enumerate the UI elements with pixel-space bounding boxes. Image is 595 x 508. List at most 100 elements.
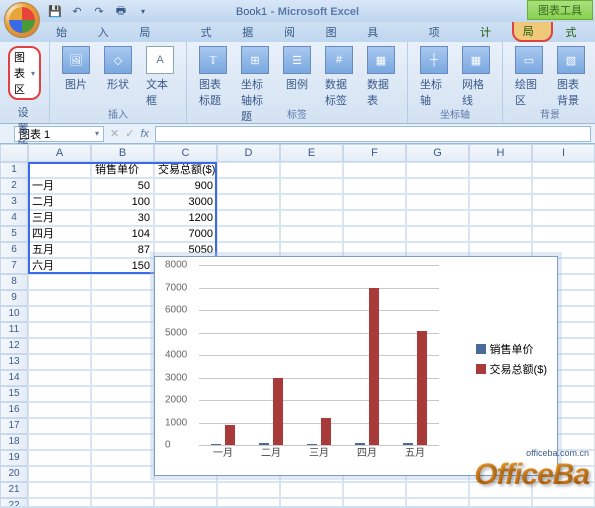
cell[interactable] xyxy=(91,418,154,434)
cell[interactable] xyxy=(280,178,343,194)
column-header[interactable]: I xyxy=(532,144,595,162)
row-header[interactable]: 14 xyxy=(0,370,28,386)
cell[interactable] xyxy=(343,194,406,210)
row-header[interactable]: 11 xyxy=(0,322,28,338)
cell[interactable] xyxy=(469,210,532,226)
column-header[interactable]: E xyxy=(280,144,343,162)
qat-print-icon[interactable]: 🖶 xyxy=(112,3,130,19)
cell[interactable] xyxy=(469,178,532,194)
insert-textbox-button[interactable]: A文本框 xyxy=(140,44,180,110)
fx-icon[interactable]: fx xyxy=(140,128,149,140)
cell[interactable] xyxy=(28,354,91,370)
cell[interactable]: 30 xyxy=(91,210,154,226)
cell[interactable] xyxy=(406,162,469,178)
formula-bar[interactable] xyxy=(155,126,591,142)
gridlines-button[interactable]: ▦网格线 xyxy=(456,44,496,110)
cell[interactable] xyxy=(343,210,406,226)
cell[interactable] xyxy=(28,498,91,506)
cell[interactable] xyxy=(217,178,280,194)
row-header[interactable]: 13 xyxy=(0,354,28,370)
cell[interactable] xyxy=(406,226,469,242)
row-header[interactable]: 19 xyxy=(0,450,28,466)
cell[interactable] xyxy=(91,274,154,290)
enter-icon[interactable]: ✓ xyxy=(125,127,134,140)
cell[interactable] xyxy=(280,226,343,242)
row-header[interactable]: 3 xyxy=(0,194,28,210)
cell[interactable]: 五月 xyxy=(28,242,91,258)
cell[interactable] xyxy=(217,194,280,210)
cell[interactable] xyxy=(28,290,91,306)
cell[interactable] xyxy=(91,466,154,482)
cell[interactable] xyxy=(406,482,469,498)
cell[interactable]: 四月 xyxy=(28,226,91,242)
row-header[interactable]: 17 xyxy=(0,418,28,434)
column-header[interactable]: A xyxy=(28,144,91,162)
chart-legend[interactable]: 销售单价 交易总额($) xyxy=(476,337,547,381)
cell[interactable] xyxy=(91,482,154,498)
cell[interactable]: 150 xyxy=(91,258,154,274)
column-header[interactable]: B xyxy=(91,144,154,162)
cell[interactable] xyxy=(469,498,532,506)
cell[interactable] xyxy=(406,178,469,194)
row-header[interactable]: 12 xyxy=(0,338,28,354)
cell[interactable] xyxy=(217,162,280,178)
qat-redo-icon[interactable]: ↷ xyxy=(90,3,108,19)
cell[interactable]: 104 xyxy=(91,226,154,242)
cell[interactable] xyxy=(469,194,532,210)
cell[interactable]: 六月 xyxy=(28,258,91,274)
row-header[interactable]: 15 xyxy=(0,386,28,402)
cell[interactable] xyxy=(532,498,595,506)
qat-save-icon[interactable]: 💾 xyxy=(46,3,64,19)
cancel-icon[interactable]: ✕ xyxy=(110,127,119,140)
row-header[interactable]: 21 xyxy=(0,482,28,498)
cell[interactable]: 三月 xyxy=(28,210,91,226)
cell[interactable]: 销售单价 xyxy=(91,162,154,178)
cell[interactable] xyxy=(28,386,91,402)
cell[interactable] xyxy=(343,482,406,498)
cell[interactable] xyxy=(28,162,91,178)
office-button[interactable] xyxy=(4,2,40,38)
cell[interactable] xyxy=(280,482,343,498)
insert-shapes-button[interactable]: ◇形状 xyxy=(98,44,138,110)
cell[interactable]: 100 xyxy=(91,194,154,210)
row-header[interactable]: 7 xyxy=(0,258,28,274)
row-header[interactable]: 4 xyxy=(0,210,28,226)
cell[interactable] xyxy=(154,482,217,498)
cell[interactable] xyxy=(217,482,280,498)
qat-undo-icon[interactable]: ↶ xyxy=(68,3,86,19)
cell[interactable]: 一月 xyxy=(28,178,91,194)
row-header[interactable]: 5 xyxy=(0,226,28,242)
cell[interactable] xyxy=(28,482,91,498)
column-header[interactable]: F xyxy=(343,144,406,162)
row-header[interactable]: 16 xyxy=(0,402,28,418)
column-header[interactable]: D xyxy=(217,144,280,162)
row-header[interactable]: 22 xyxy=(0,498,28,506)
cell[interactable] xyxy=(406,210,469,226)
cell[interactable] xyxy=(91,402,154,418)
cell[interactable] xyxy=(91,450,154,466)
cell[interactable] xyxy=(28,274,91,290)
column-header[interactable]: H xyxy=(469,144,532,162)
cell[interactable] xyxy=(91,354,154,370)
column-header[interactable]: C xyxy=(154,144,217,162)
cell[interactable]: 50 xyxy=(91,178,154,194)
embedded-chart[interactable]: 一月二月三月四月五月 销售单价 交易总额($) 0100020003000400… xyxy=(154,256,558,476)
cell[interactable] xyxy=(91,322,154,338)
cell[interactable] xyxy=(91,306,154,322)
cell[interactable] xyxy=(343,178,406,194)
cell[interactable] xyxy=(532,178,595,194)
cell[interactable] xyxy=(28,306,91,322)
cell[interactable] xyxy=(28,370,91,386)
select-all-corner[interactable] xyxy=(0,144,28,162)
cell[interactable] xyxy=(469,226,532,242)
cell[interactable] xyxy=(217,226,280,242)
cell[interactable]: 3000 xyxy=(154,194,217,210)
row-header[interactable]: 2 xyxy=(0,178,28,194)
chart-bar[interactable] xyxy=(273,378,283,446)
column-header[interactable]: G xyxy=(406,144,469,162)
cell[interactable] xyxy=(406,498,469,506)
cell[interactable]: 交易总额($) xyxy=(154,162,217,178)
row-header[interactable]: 6 xyxy=(0,242,28,258)
cell[interactable] xyxy=(280,194,343,210)
axes-button[interactable]: ┼坐标轴 xyxy=(414,44,454,110)
